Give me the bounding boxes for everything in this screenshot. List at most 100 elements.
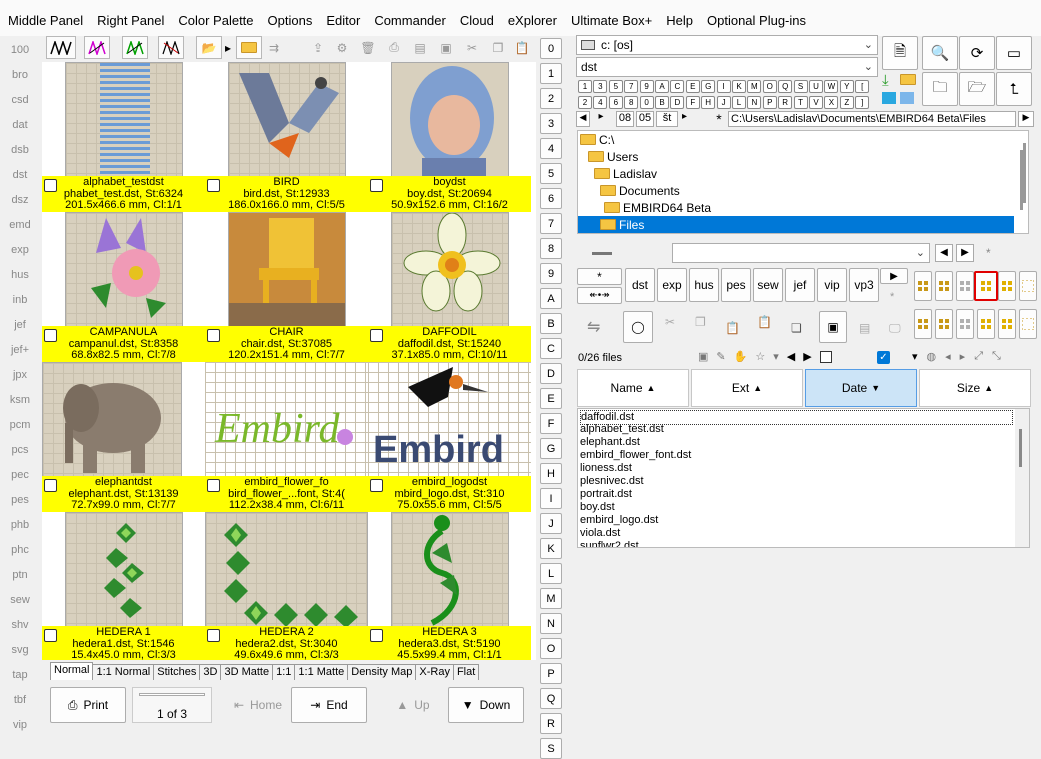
format-filter-button[interactable]: vp3 xyxy=(849,268,879,302)
dropdown-icon[interactable]: ▾ xyxy=(773,350,779,366)
thumbnail-checkbox[interactable] xyxy=(370,179,383,192)
thumbnail-item[interactable]: alphabet_testdst phabet_test.dst, St:632… xyxy=(42,62,207,212)
nav-next-icon[interactable]: ▸ xyxy=(682,111,696,127)
file-list-item[interactable]: portrait.dst xyxy=(580,488,632,501)
file-list-item[interactable]: sunflwr2.dst xyxy=(580,540,639,547)
drive-info-icon[interactable]: ▭ xyxy=(996,36,1032,70)
index-button[interactable]: 7 xyxy=(540,213,562,234)
index-button[interactable]: H xyxy=(540,463,562,484)
menu-item[interactable]: Color Palette xyxy=(178,13,260,28)
folder-open-icon[interactable]: 🗁 xyxy=(959,72,995,106)
format-filter-button[interactable]: sew xyxy=(753,268,783,302)
index-button[interactable]: 8 xyxy=(540,238,562,259)
thumbnail-item[interactable]: CHAIR chair.dst, St:37085 120.2x151.4 mm… xyxy=(205,212,370,362)
tree-node[interactable]: Files xyxy=(578,216,1014,233)
thumbnail-checkbox[interactable] xyxy=(370,329,383,342)
index-button[interactable]: G xyxy=(540,438,562,459)
format-strip-item[interactable]: 100 xyxy=(0,44,40,56)
menu-item[interactable]: Middle Panel xyxy=(8,13,90,28)
alphabet-key[interactable]: S xyxy=(793,80,808,93)
up-button[interactable]: ▲ Up xyxy=(375,687,451,723)
alphabet-key[interactable]: 4 xyxy=(593,96,608,109)
stitch-green-icon[interactable] xyxy=(122,36,148,59)
dropdown-icon-2[interactable]: ▾ xyxy=(912,350,918,366)
alphabet-key[interactable]: U xyxy=(809,80,823,93)
file-list-item[interactable]: plesnivec.dst xyxy=(580,475,644,488)
left-icon[interactable]: ◀ xyxy=(787,350,795,366)
format-strip-item[interactable]: jef+ xyxy=(0,344,40,356)
thumbnail-checkbox[interactable] xyxy=(207,329,220,342)
thumbnail-item[interactable]: boydst boy.dst, St:20694 50.9x152.6 mm, … xyxy=(368,62,533,212)
menu-item[interactable]: Ultimate Box+ xyxy=(571,13,659,28)
stitch-cross-icon[interactable] xyxy=(158,36,184,59)
checkbox-1[interactable] xyxy=(819,351,832,363)
index-button[interactable]: E xyxy=(540,388,562,409)
format-strip-item[interactable]: inb xyxy=(0,294,40,306)
index-button[interactable]: O xyxy=(540,638,562,659)
format-strip-item[interactable]: hus xyxy=(0,269,40,281)
menu-item[interactable]: Cloud xyxy=(460,13,501,28)
alphabet-key[interactable]: 2 xyxy=(578,96,592,109)
index-button[interactable]: D xyxy=(540,363,562,384)
tree-node[interactable]: Documents xyxy=(600,182,680,199)
index-button[interactable]: B xyxy=(540,313,562,334)
tree-node[interactable]: C:\ xyxy=(580,131,614,148)
print-button[interactable]: ⎙ Print xyxy=(50,687,126,723)
thumbnail-item[interactable]: DAFFODIL daffodil.dst, St:15240 37.1x85.… xyxy=(368,212,533,362)
file-list-item[interactable]: elephant.dst xyxy=(580,436,640,449)
zoom-icon[interactable]: 🔍 xyxy=(922,36,958,70)
alphabet-key[interactable]: N xyxy=(747,96,762,109)
nav-field-b[interactable]: 05 xyxy=(636,111,654,127)
filter-combo[interactable]: ⌄ xyxy=(672,243,930,263)
view-mode-button[interactable] xyxy=(935,309,953,339)
drive-select[interactable]: c: [os] ⌄ xyxy=(576,35,878,55)
next-page-button[interactable]: ▶ xyxy=(880,268,908,284)
filter-select[interactable]: dst ⌄ xyxy=(576,57,878,77)
index-button[interactable]: N xyxy=(540,613,562,634)
thumbnail-checkbox[interactable] xyxy=(207,479,220,492)
index-button[interactable]: 9 xyxy=(540,263,562,284)
thumbnail-checkbox[interactable] xyxy=(207,179,220,192)
format-strip-item[interactable]: jpx xyxy=(0,369,40,381)
alphabet-key[interactable]: ] xyxy=(855,96,870,109)
file-list-item[interactable]: boy.dst xyxy=(580,501,615,514)
new-folder-icon[interactable]: 🗀 xyxy=(922,72,958,106)
view-mode-button[interactable] xyxy=(998,271,1016,301)
tree-scrollbar[interactable] xyxy=(1019,130,1025,230)
alphabet-key[interactable]: B xyxy=(655,96,669,109)
index-button[interactable]: 6 xyxy=(540,188,562,209)
thumbnail-item[interactable]: CAMPANULA campanul.dst, St:8358 68.8x82.… xyxy=(42,212,207,362)
alphabet-key[interactable]: W xyxy=(824,80,839,93)
alphabet-key[interactable]: 9 xyxy=(639,80,654,93)
view-mode-button[interactable] xyxy=(956,309,974,339)
tab-view[interactable]: 3D Matte xyxy=(220,664,274,680)
index-button[interactable]: I xyxy=(540,488,562,509)
file-list-item[interactable]: viola.dst xyxy=(580,527,620,540)
path-go-button[interactable]: ▶ xyxy=(1018,111,1034,127)
alphabet-key[interactable]: Q xyxy=(778,80,793,93)
file-list-item[interactable]: embird_logo.dst xyxy=(580,514,658,527)
alphabet-key[interactable]: 1 xyxy=(578,80,592,93)
file-list-item[interactable]: lioness.dst xyxy=(580,462,632,475)
view-mode-button[interactable] xyxy=(1019,271,1037,301)
thumbnail-checkbox[interactable] xyxy=(207,629,220,642)
index-button[interactable]: 3 xyxy=(540,113,562,134)
alphabet-key[interactable]: T xyxy=(793,96,808,109)
format-filter-button[interactable]: hus xyxy=(689,268,719,302)
arrow-right-button[interactable]: ▶ xyxy=(956,244,974,262)
lasso-icon[interactable]: ◯ xyxy=(623,311,653,343)
path-field[interactable]: C:\Users\Ladislav\Documents\EMBIRD64 Bet… xyxy=(728,111,1016,127)
download-folder-icon[interactable]: ⤓ xyxy=(882,70,918,108)
index-button[interactable]: R xyxy=(540,713,562,734)
tab-view[interactable]: Flat xyxy=(452,664,480,680)
format-filter-button[interactable]: pes xyxy=(721,268,751,302)
thumbnail-item[interactable]: Embird embird_logodst mbird_logo.dst, St… xyxy=(368,362,533,512)
index-button[interactable]: L xyxy=(540,563,562,584)
format-strip-item[interactable]: ksm xyxy=(0,394,40,406)
menu-item[interactable]: eXplorer xyxy=(508,13,564,28)
column-header[interactable]: Size ▲ xyxy=(919,369,1031,407)
end-button[interactable]: ⇥ End xyxy=(291,687,367,723)
tab-view[interactable]: Density Map xyxy=(347,664,417,680)
file-list-scrollbar[interactable] xyxy=(1015,409,1029,547)
alphabet-key[interactable]: L xyxy=(732,96,746,109)
